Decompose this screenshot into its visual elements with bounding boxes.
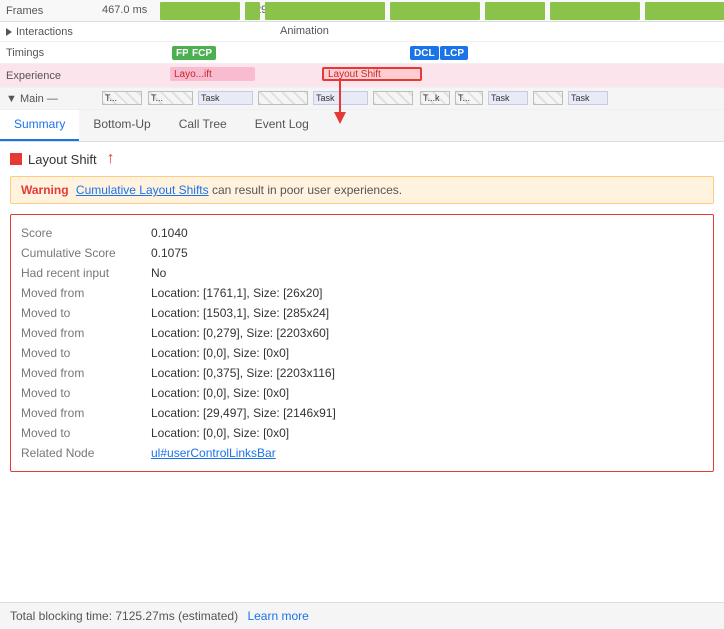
layout-shift-bar-1[interactable]: Layo...ift	[170, 67, 255, 81]
moved-from-value-4: Location: [29,497], Size: [2146x91]	[151, 406, 336, 420]
moved-from-label-1: Moved from	[21, 286, 151, 300]
tabs-bar: Summary Bottom-Up Call Tree Event Log	[0, 110, 724, 142]
experience-row: Experience Layo...ift Layout Shift	[0, 64, 724, 88]
task-bar-1: T...	[102, 91, 142, 105]
total-blocking-time-text: Total blocking time: 7125.27ms (estimate…	[10, 609, 238, 623]
cumulative-score-value: 0.1075	[151, 246, 188, 260]
moved-to-row-4: Moved to Location: [0,0], Size: [0x0]	[21, 423, 703, 443]
moved-from-label-4: Moved from	[21, 406, 151, 420]
moved-to-row-1: Moved to Location: [1503,1], Size: [285x…	[21, 303, 703, 323]
task-bar-5: Task	[313, 91, 368, 105]
moved-to-value-3: Location: [0,0], Size: [0x0]	[151, 386, 289, 400]
section-title-row: Layout Shift ↑	[10, 150, 714, 168]
moved-to-value-4: Location: [0,0], Size: [0x0]	[151, 426, 289, 440]
recent-input-row: Had recent input No	[21, 263, 703, 283]
learn-more-link[interactable]: Learn more	[247, 609, 308, 623]
moved-from-value-3: Location: [0,375], Size: [2203x116]	[151, 366, 335, 380]
cumulative-score-row: Cumulative Score 0.1075	[21, 243, 703, 263]
task-bar-11: Task	[568, 91, 608, 105]
main-row: ▼ Main — T... T... Task Task T...k T... …	[0, 88, 724, 110]
tab-call-tree[interactable]: Call Tree	[165, 109, 241, 141]
tab-summary[interactable]: Summary	[0, 109, 79, 141]
interactions-label: Interactions	[0, 26, 100, 38]
moved-to-row-3: Moved to Location: [0,0], Size: [0x0]	[21, 383, 703, 403]
frame-bar-4	[390, 2, 480, 20]
warning-bar: Warning Cumulative Layout Shifts can res…	[10, 176, 714, 204]
timeline-area: Frames 467.0 ms 292.6 ms 366.0 ms 328.4 …	[0, 0, 724, 110]
tab-bottom-up[interactable]: Bottom-Up	[79, 109, 164, 141]
task-bar-6	[373, 91, 413, 105]
warning-suffix-text: can result in poor user experiences.	[212, 183, 402, 197]
lcp-badge: LCP	[440, 46, 468, 60]
moved-to-label-1: Moved to	[21, 306, 151, 320]
animation-label: Animation	[280, 25, 329, 37]
related-node-link[interactable]: ul#userControlLinksBar	[151, 446, 276, 460]
main-label: ▼ Main —	[0, 93, 100, 105]
frames-row: Frames 467.0 ms 292.6 ms 366.0 ms 328.4	[0, 0, 724, 22]
score-value: 0.1040	[151, 226, 188, 240]
moved-to-value-2: Location: [0,0], Size: [0x0]	[151, 346, 289, 360]
frame-bar-2	[245, 2, 260, 20]
task-bar-10	[533, 91, 563, 105]
moved-from-row-2: Moved from Location: [0,279], Size: [220…	[21, 323, 703, 343]
dcl-badge: DCL	[410, 46, 439, 60]
layout-shift-bar-selected[interactable]: Layout Shift	[322, 67, 422, 81]
recent-input-value: No	[151, 266, 166, 280]
moved-to-label-3: Moved to	[21, 386, 151, 400]
frame-bar-7	[645, 2, 724, 20]
task-bar-3: Task	[198, 91, 253, 105]
frames-time1: 467.0 ms	[102, 4, 147, 16]
moved-from-label-3: Moved from	[21, 366, 151, 380]
fcp-badge: FCP	[188, 46, 216, 60]
task-bar-7: T...k	[420, 91, 450, 105]
moved-from-row-3: Moved from Location: [0,375], Size: [220…	[21, 363, 703, 383]
related-node-label: Related Node	[21, 446, 151, 460]
interactions-expand-icon[interactable]	[6, 28, 12, 36]
frame-bar-3	[265, 2, 385, 20]
moved-from-row-1: Moved from Location: [1761,1], Size: [26…	[21, 283, 703, 303]
layout-shift-icon	[10, 153, 22, 165]
moved-to-value-1: Location: [1503,1], Size: [285x24]	[151, 306, 329, 320]
related-node-row: Related Node ul#userControlLinksBar	[21, 443, 703, 463]
task-bar-9: Task	[488, 91, 528, 105]
timings-row: Timings FP FCP DCL LCP	[0, 42, 724, 64]
main-content: Layout Shift ↑ Warning Cumulative Layout…	[0, 142, 724, 480]
moved-to-label-2: Moved to	[21, 346, 151, 360]
frame-bar-1	[160, 2, 240, 20]
recent-input-label: Had recent input	[21, 266, 151, 280]
score-label: Score	[21, 226, 151, 240]
section-title-text: Layout Shift	[28, 152, 97, 167]
details-box: Score 0.1040 Cumulative Score 0.1075 Had…	[10, 214, 714, 472]
moved-to-label-4: Moved to	[21, 426, 151, 440]
moved-from-label-2: Moved from	[21, 326, 151, 340]
task-bar-8: T...	[455, 91, 483, 105]
task-bar-4	[258, 91, 308, 105]
interactions-row: Interactions Animation	[0, 22, 724, 42]
cumulative-score-label: Cumulative Score	[21, 246, 151, 260]
task-bar-2: T...	[148, 91, 193, 105]
frame-bar-5	[485, 2, 545, 20]
bottom-bar: Total blocking time: 7125.27ms (estimate…	[0, 602, 724, 629]
frame-bar-6	[550, 2, 640, 20]
score-row: Score 0.1040	[21, 223, 703, 243]
tab-event-log[interactable]: Event Log	[241, 109, 323, 141]
moved-from-row-4: Moved from Location: [29,497], Size: [21…	[21, 403, 703, 423]
moved-from-value-2: Location: [0,279], Size: [2203x60]	[151, 326, 329, 340]
warning-label: Warning	[21, 183, 69, 197]
timings-label: Timings	[0, 47, 100, 59]
arrow-up-icon: ↑	[107, 150, 115, 168]
cumulative-layout-shifts-link[interactable]: Cumulative Layout Shifts	[76, 183, 209, 197]
frames-label: Frames	[0, 5, 100, 17]
moved-from-value-1: Location: [1761,1], Size: [26x20]	[151, 286, 322, 300]
experience-label: Experience	[0, 70, 100, 82]
moved-to-row-2: Moved to Location: [0,0], Size: [0x0]	[21, 343, 703, 363]
